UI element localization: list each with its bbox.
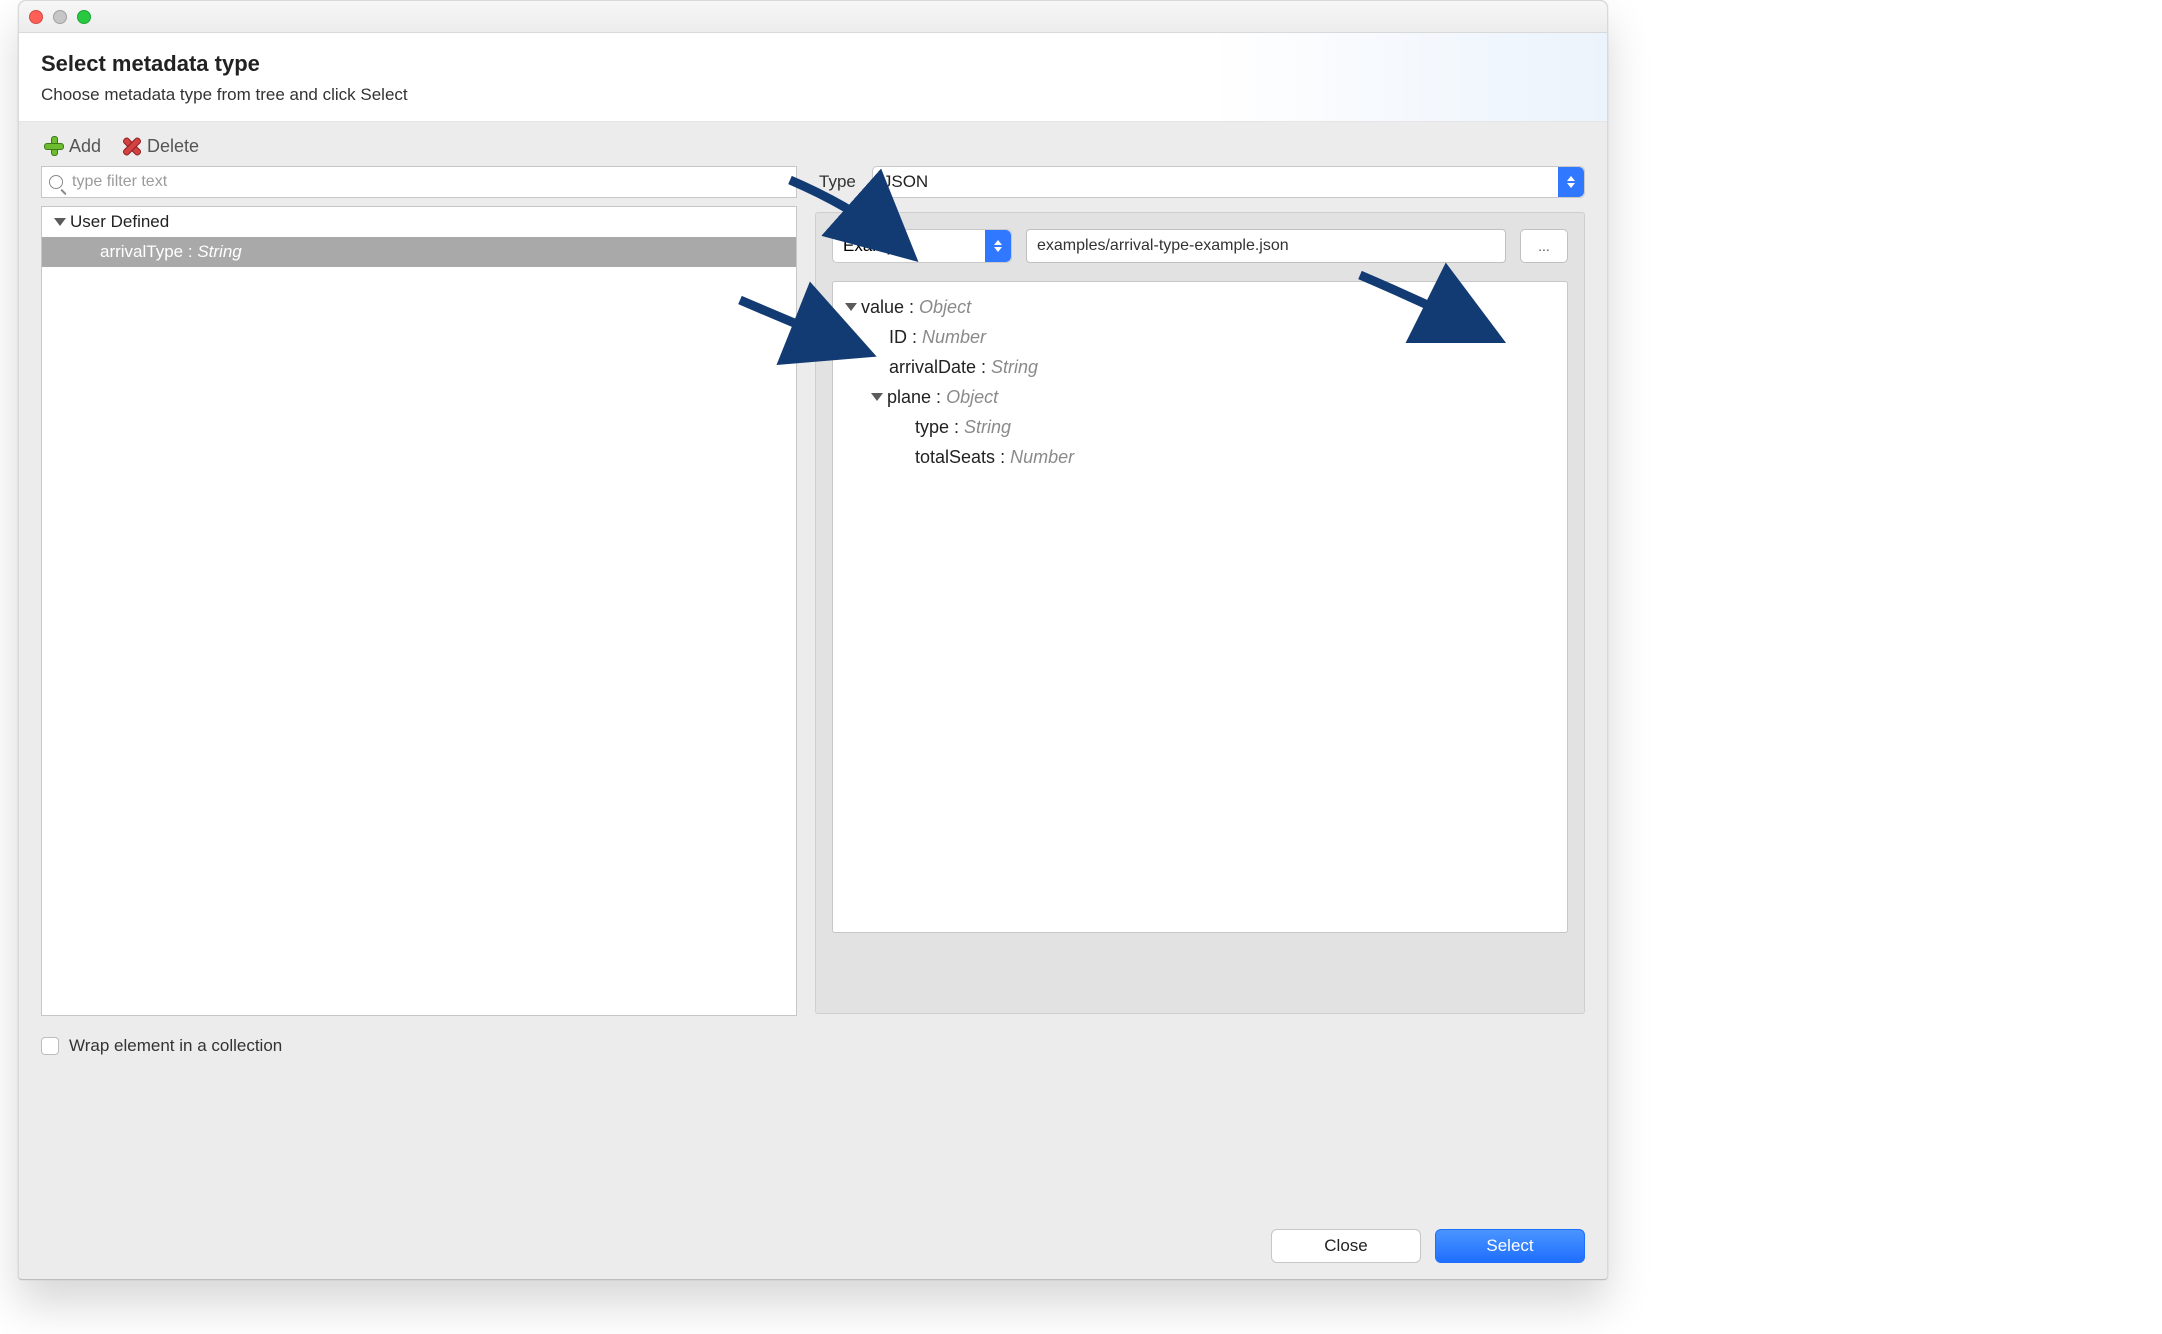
dialog-header: Select metadata type Choose metadata typ… [19, 33, 1607, 122]
wrap-collection-checkbox[interactable] [41, 1037, 59, 1055]
wrap-row: Wrap element in a collection [19, 1024, 1607, 1056]
type-select[interactable]: JSON [872, 166, 1585, 198]
details-panel: Example ... value : Object [815, 212, 1585, 1014]
plus-icon [45, 137, 63, 155]
add-button[interactable]: Add [41, 134, 105, 158]
disclosure-triangle-icon [54, 218, 66, 226]
tree-item-name: arrivalType [100, 242, 183, 262]
source-mode-select[interactable]: Example [832, 229, 1012, 263]
example-path-input[interactable] [1026, 229, 1506, 263]
json-node-value[interactable]: value : Object [845, 292, 1555, 322]
tree-item-arrivaltype[interactable]: arrivalType : String [42, 237, 796, 267]
delete-button[interactable]: Delete [119, 134, 203, 158]
json-node-name: ID [889, 327, 907, 348]
json-node-type: Number [1010, 447, 1074, 468]
delete-icon [123, 137, 141, 155]
metadata-tree[interactable]: User Defined arrivalType : String [41, 206, 797, 1016]
toolbar: Add Delete [19, 122, 1607, 166]
dialog-title: Select metadata type [41, 51, 1585, 77]
disclosure-triangle-icon [871, 393, 883, 401]
json-node-plane-type[interactable]: type : String [845, 412, 1555, 442]
window-close-button[interactable] [29, 10, 43, 24]
json-node-name: type [915, 417, 949, 438]
json-node-type: String [991, 357, 1038, 378]
type-select-value: JSON [883, 172, 928, 192]
json-node-name: plane [887, 387, 931, 408]
json-node-type: String [964, 417, 1011, 438]
source-mode-value: Example [843, 236, 909, 256]
tree-item-type: String [197, 242, 241, 262]
dialog-subtitle: Choose metadata type from tree and click… [41, 85, 1585, 105]
filter-field-wrapper [41, 166, 797, 198]
disclosure-triangle-icon [845, 303, 857, 311]
dialog-button-row: Close Select [19, 1229, 1607, 1263]
json-structure-tree[interactable]: value : Object ID : Number arr [832, 281, 1568, 933]
titlebar [19, 1, 1607, 33]
delete-button-label: Delete [147, 136, 199, 157]
window-minimize-button[interactable] [53, 10, 67, 24]
window-zoom-button[interactable] [77, 10, 91, 24]
json-node-plane[interactable]: plane : Object [845, 382, 1555, 412]
json-node-plane-totalseats[interactable]: totalSeats : Number [845, 442, 1555, 472]
type-label: Type [819, 172, 856, 192]
close-button[interactable]: Close [1271, 1229, 1421, 1263]
browse-button[interactable]: ... [1520, 229, 1568, 263]
search-icon [49, 175, 63, 189]
json-node-type: Object [919, 297, 971, 318]
json-node-id[interactable]: ID : Number [845, 322, 1555, 352]
tree-item-sep: : [183, 242, 197, 262]
select-button[interactable]: Select [1435, 1229, 1585, 1263]
json-node-type: Object [946, 387, 998, 408]
json-node-name: totalSeats [915, 447, 995, 468]
dialog-window: Select metadata type Choose metadata typ… [18, 0, 1608, 1280]
json-node-name: value [861, 297, 904, 318]
json-node-arrivaldate[interactable]: arrivalDate : String [845, 352, 1555, 382]
add-button-label: Add [69, 136, 101, 157]
tree-root-user-defined[interactable]: User Defined [42, 207, 796, 237]
json-node-name: arrivalDate [889, 357, 976, 378]
select-stepper-icon [1558, 167, 1584, 197]
wrap-collection-label: Wrap element in a collection [69, 1036, 282, 1056]
tree-root-label: User Defined [70, 212, 169, 232]
filter-input[interactable] [41, 166, 797, 198]
select-stepper-icon [985, 230, 1011, 262]
json-node-type: Number [922, 327, 986, 348]
